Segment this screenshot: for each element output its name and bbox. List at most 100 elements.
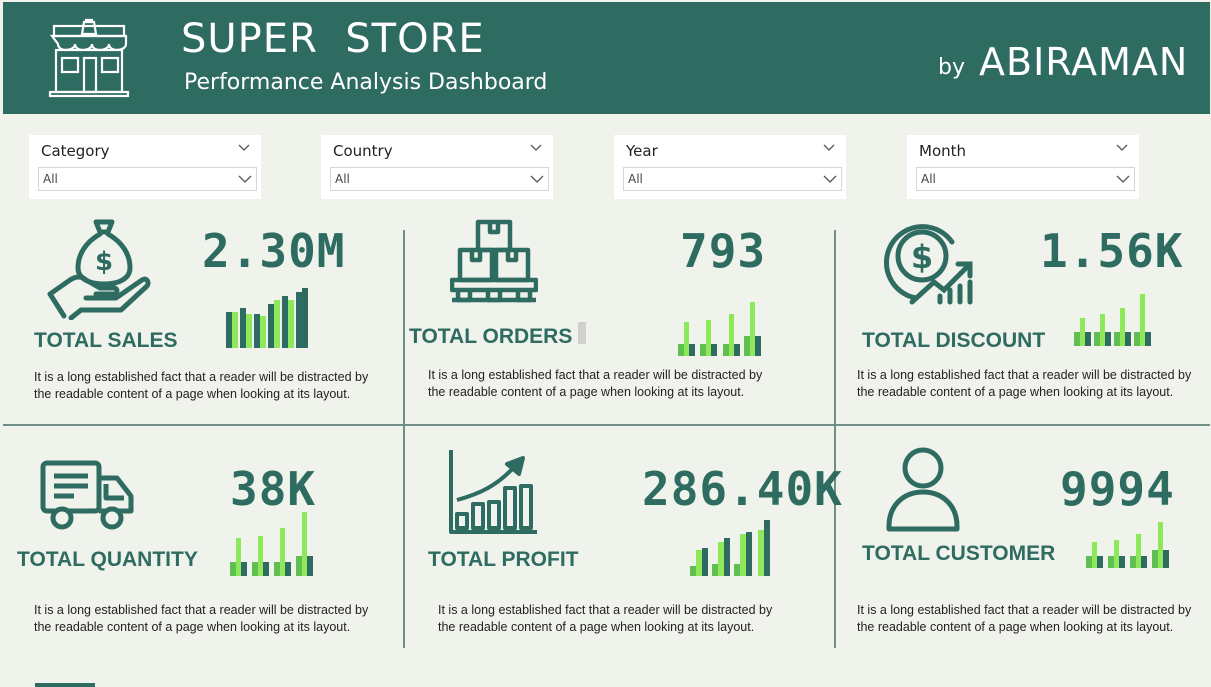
sales-mini-chart	[226, 288, 308, 348]
profit-mini-chart	[690, 520, 770, 576]
mini-bar	[755, 336, 761, 356]
mini-bar	[1100, 314, 1105, 346]
mini-bar	[1120, 308, 1125, 346]
mini-bar	[1085, 332, 1091, 346]
dashboard-canvas: SUPER STORE Performance Analysis Dashboa…	[0, 0, 1211, 687]
discount-description: It is a long established fact that a rea…	[857, 368, 1192, 399]
store-icon	[48, 18, 130, 98]
discount-label: TOTAL DISCOUNT	[862, 329, 1046, 352]
mini-bar	[1158, 522, 1163, 568]
mini-bar	[729, 314, 734, 356]
mini-bar	[746, 532, 752, 576]
chevron-down-icon[interactable]	[1116, 172, 1130, 186]
filter-label: Category	[41, 142, 110, 160]
dollar-growth-icon: $	[883, 224, 973, 305]
mini-bar	[744, 336, 750, 356]
mini-bar	[1094, 332, 1100, 346]
mini-bar	[288, 300, 294, 348]
mini-bar	[252, 562, 258, 576]
year-filter[interactable]: Year All	[614, 135, 846, 199]
mini-bar	[1141, 556, 1147, 568]
month-select[interactable]: All	[916, 167, 1135, 191]
mini-bar	[274, 562, 280, 576]
divider	[403, 230, 405, 648]
discount-value: 1.56K	[1040, 224, 1184, 278]
mini-bar	[1136, 534, 1141, 568]
mini-bar	[246, 314, 252, 348]
quantity-mini-chart	[230, 512, 313, 576]
mini-bar	[1092, 542, 1097, 568]
mini-bar	[712, 564, 718, 576]
year-select[interactable]: All	[623, 167, 842, 191]
month-filter[interactable]: Month All	[907, 135, 1139, 199]
mini-bar	[240, 308, 246, 348]
mini-bar	[280, 528, 285, 576]
mini-bar	[254, 314, 260, 348]
mini-bar	[724, 538, 730, 576]
quantity-description: It is a long established fact that a rea…	[34, 603, 369, 634]
customer-value: 9994	[1060, 462, 1175, 516]
mini-bar	[1108, 556, 1114, 568]
profit-value: 286.40K	[642, 462, 843, 516]
divider	[834, 230, 836, 648]
filter-value: All	[43, 172, 58, 186]
mini-bar	[230, 562, 236, 576]
mini-bar	[1163, 550, 1169, 568]
chevron-down-icon[interactable]	[530, 172, 544, 186]
page-tab-indicator[interactable]	[35, 683, 95, 687]
sales-description: It is a long established fact that a rea…	[34, 370, 369, 401]
mini-bar	[718, 542, 724, 576]
mini-bar	[258, 536, 263, 576]
mini-bar	[702, 548, 708, 576]
orders-value: 793	[680, 224, 767, 278]
mini-bar	[226, 312, 232, 348]
mini-bar	[241, 562, 247, 576]
filter-value: All	[335, 172, 350, 186]
mini-bar	[678, 344, 684, 356]
customer-mini-chart	[1086, 522, 1169, 568]
mini-bar	[734, 564, 740, 576]
profit-chart-icon	[449, 450, 537, 534]
mini-bar	[307, 556, 313, 576]
chevron-down-icon[interactable]	[238, 172, 252, 186]
mini-bar	[723, 344, 729, 356]
filter-label: Month	[919, 142, 967, 160]
mini-bar	[285, 562, 291, 576]
mini-bar	[1145, 332, 1151, 346]
mini-bar	[684, 322, 689, 356]
chevron-down-icon[interactable]	[822, 141, 836, 155]
mini-bar	[302, 512, 307, 576]
mini-bar	[282, 296, 288, 348]
country-select[interactable]: All	[330, 167, 549, 191]
sales-label: TOTAL SALES	[34, 329, 178, 352]
mini-bar	[232, 312, 238, 348]
chevron-down-icon[interactable]	[1115, 141, 1129, 155]
mini-bar	[1086, 556, 1092, 568]
author-prefix: by	[938, 55, 965, 80]
truck-icon	[40, 460, 134, 530]
mini-bar	[1140, 294, 1145, 346]
category-select[interactable]: All	[38, 167, 257, 191]
dashboard-title: SUPER STORE	[181, 16, 485, 62]
country-filter[interactable]: Country All	[321, 135, 553, 199]
mini-bar	[700, 344, 706, 356]
mini-bar	[1119, 556, 1125, 568]
chevron-down-icon[interactable]	[529, 141, 543, 155]
dashboard-subtitle: Performance Analysis Dashboard	[184, 70, 548, 95]
money-bag-hand-icon: $	[47, 219, 151, 320]
chevron-down-icon[interactable]	[237, 141, 251, 155]
chevron-down-icon[interactable]	[823, 172, 837, 186]
sales-value: 2.30M	[202, 224, 346, 278]
orders-mini-chart	[678, 302, 761, 356]
mini-bar	[758, 530, 764, 576]
mini-bar	[696, 550, 702, 576]
filter-label: Country	[333, 142, 393, 160]
profit-label: TOTAL PROFIT	[428, 548, 579, 571]
mini-bar	[689, 344, 695, 356]
filter-label: Year	[626, 142, 658, 160]
mini-bar	[296, 556, 302, 576]
mini-bar	[260, 316, 266, 348]
customer-label: TOTAL CUSTOMER	[862, 542, 1056, 565]
category-filter[interactable]: Category All	[29, 135, 261, 199]
quantity-value: 38K	[230, 462, 317, 516]
